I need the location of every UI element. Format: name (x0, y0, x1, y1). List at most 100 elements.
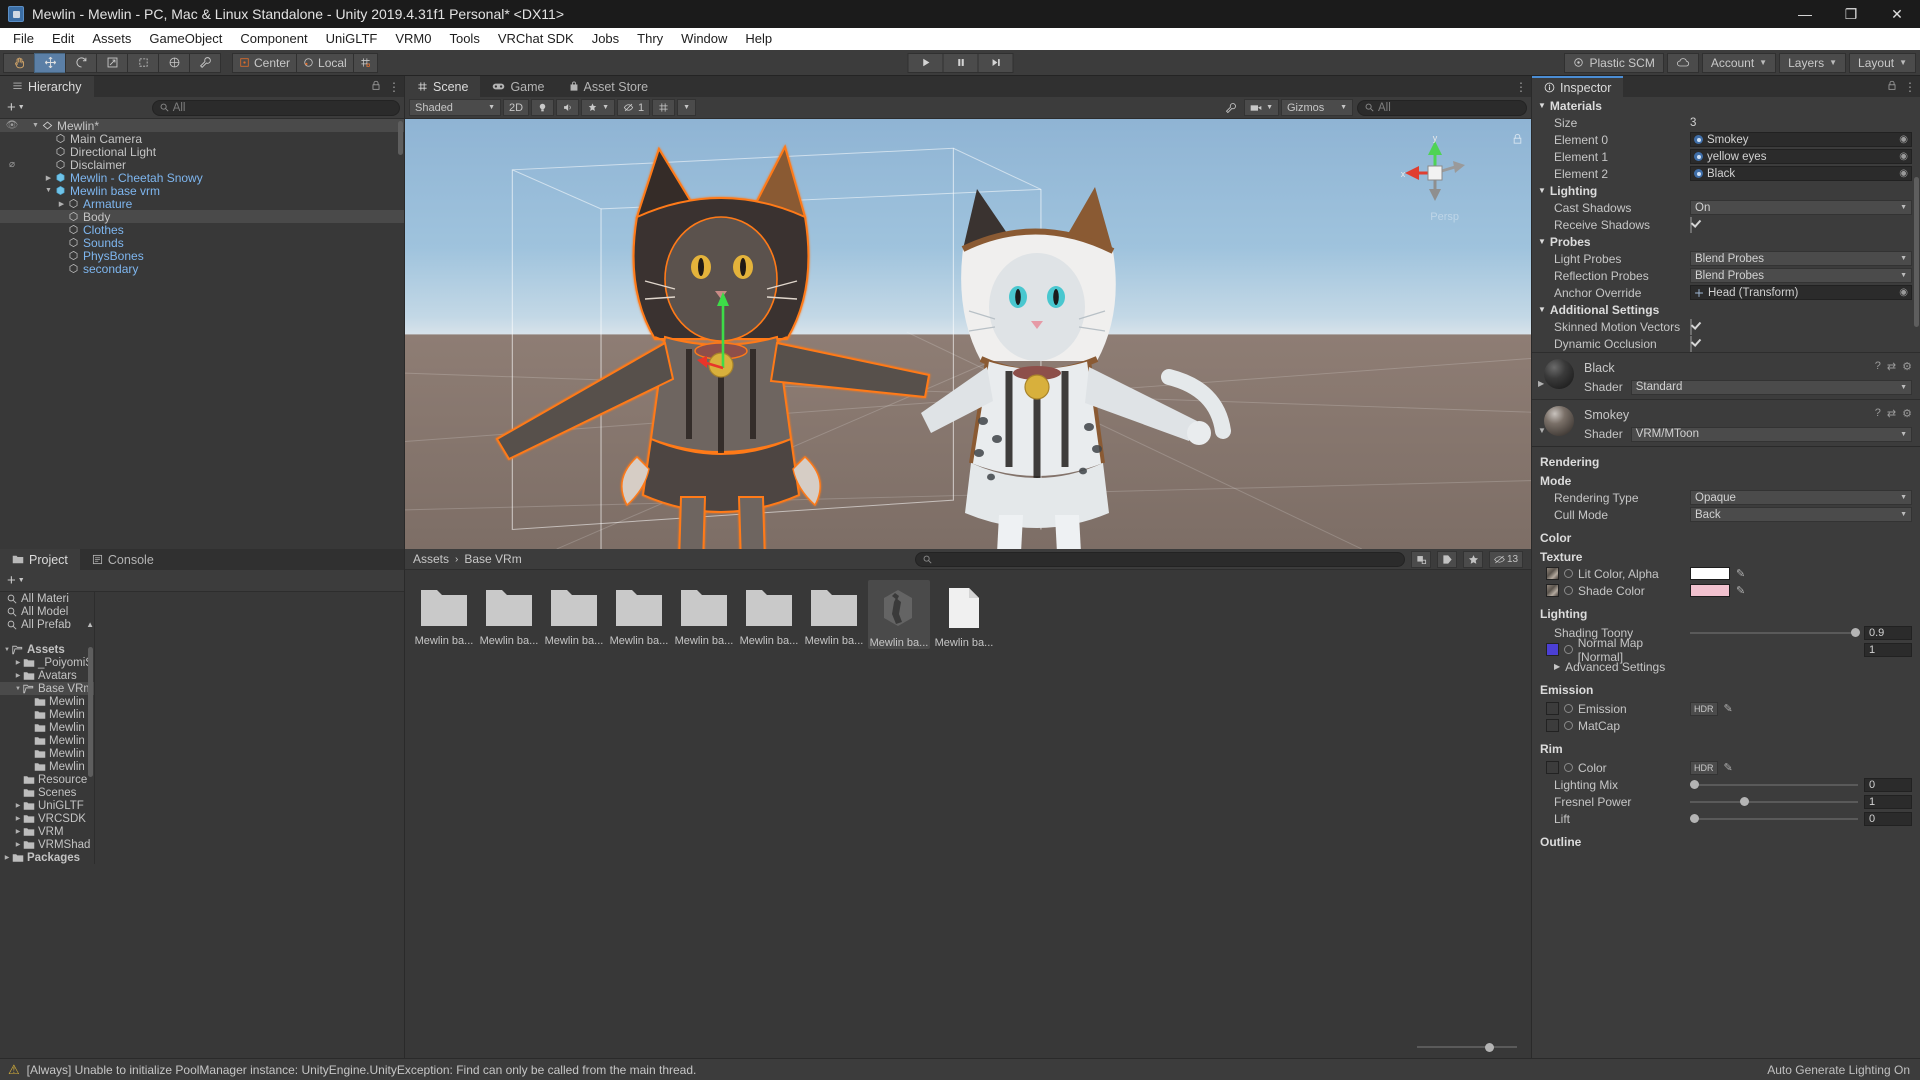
hierarchy-search-input[interactable]: All (151, 99, 400, 116)
shading-mode-dropdown[interactable]: Shaded ▼ (409, 99, 501, 116)
asset-item[interactable]: Mewlin ba... (673, 580, 735, 649)
hierarchy-item[interactable]: Sounds (0, 236, 404, 250)
hierarchy-tree[interactable]: 👁 ▼ Mewlin* Main Camera Directional Light ⌀ Di… (0, 119, 404, 549)
material-black-shader-dropdown[interactable]: Standard ▼ (1630, 379, 1912, 395)
filter-by-label-button[interactable] (1437, 550, 1457, 568)
project-tree-item[interactable]: Resource (0, 773, 94, 786)
menu-item-component[interactable]: Component (231, 29, 316, 49)
menu-item-help[interactable]: Help (736, 29, 781, 49)
asset-grid[interactable]: Mewlin ba... Mewlin ba... Mewlin ba... Mewl… (405, 570, 1531, 1042)
minimize-button[interactable]: — (1782, 0, 1828, 28)
cull-mode-dropdown[interactable]: Back ▼ (1690, 507, 1912, 522)
scale-tool-button[interactable] (96, 52, 128, 73)
rim-color-radio[interactable] (1564, 763, 1573, 772)
probes-foldout-header[interactable]: ▼ Probes (1532, 233, 1920, 250)
tab-hierarchy[interactable]: Hierarchy (0, 76, 94, 97)
project-favorite-item[interactable]: All Materi (0, 592, 94, 605)
rect-tool-button[interactable] (127, 52, 159, 73)
twisty-icon[interactable]: ▼ (43, 187, 54, 194)
asset-item[interactable]: Mewlin ba... (803, 580, 865, 649)
material-smokey-shader-dropdown[interactable]: VRM/MToon ▼ (1630, 426, 1912, 442)
inspector-body[interactable]: ▼ Materials Size 3 Element 0 Smokey ◉ El… (1532, 97, 1920, 1058)
lighting-mix-track[interactable] (1690, 780, 1858, 789)
menu-item-vrm0[interactable]: VRM0 (386, 29, 440, 49)
menu-item-tools[interactable]: Tools (440, 29, 488, 49)
hierarchy-item[interactable]: Body (0, 210, 404, 224)
skinned-motion-vectors-checkbox[interactable] (1690, 318, 1692, 335)
rendering-type-dropdown[interactable]: Opaque ▼ (1690, 490, 1912, 505)
fresnel-power-track[interactable] (1690, 797, 1858, 806)
lighting-mix-value[interactable]: 0 (1864, 777, 1912, 792)
filter-by-type-button[interactable] (1411, 550, 1431, 568)
scene-grid-dropdown[interactable] (652, 99, 676, 116)
eyedropper-icon[interactable]: ✎ (1724, 761, 1733, 774)
inspector-menu-icon[interactable]: ⋮ (1904, 80, 1916, 94)
tab-scene[interactable]: Scene (405, 76, 481, 97)
lit-color-radio[interactable] (1564, 569, 1573, 578)
transform-tool-button[interactable] (158, 52, 190, 73)
gear-icon[interactable]: ⚙ (1902, 360, 1912, 373)
anchor-override-field[interactable]: Head (Transform) ◉ (1690, 285, 1912, 300)
scene-fx-dropdown[interactable]: ▼ (581, 99, 615, 116)
rim-hdr-badge[interactable]: HDR (1690, 760, 1718, 775)
eyedropper-icon[interactable]: ✎ (1724, 702, 1733, 715)
breadcrumb-assets[interactable]: Assets (413, 552, 449, 566)
asset-item[interactable]: Mewlin ba... (868, 580, 930, 649)
menu-item-file[interactable]: File (4, 29, 43, 49)
lit-color-texture-thumb[interactable] (1546, 567, 1559, 580)
materials-foldout-header[interactable]: ▼ Materials (1532, 97, 1920, 114)
tab-inspector[interactable]: Inspector (1532, 76, 1624, 97)
scene-camera-dropdown[interactable]: ▼ (1244, 99, 1279, 116)
menu-item-window[interactable]: Window (672, 29, 736, 49)
scene-search-input[interactable]: All (1357, 99, 1527, 116)
asset-item[interactable]: Mewlin ba... (413, 580, 475, 649)
pause-button[interactable] (942, 52, 979, 73)
visibility-toggle-icon[interactable]: 👁 (0, 120, 24, 131)
advanced-settings-row[interactable]: ▶ Advanced Settings (1532, 658, 1920, 675)
tab-asset-store[interactable]: Asset Store (556, 76, 661, 97)
rotate-tool-button[interactable] (65, 52, 97, 73)
visibility-toggle-icon[interactable]: ⌀ (0, 159, 24, 170)
project-tree-item[interactable]: ▶ Avatars (0, 669, 94, 682)
grid-snap-button[interactable] (352, 52, 378, 73)
project-tree-item[interactable]: Mewlin (0, 695, 94, 708)
project-tree-item[interactable]: Mewlin (0, 760, 94, 773)
play-button[interactable] (907, 52, 944, 73)
project-tree-item[interactable]: ▼ Base VRm (0, 682, 94, 695)
auto-generate-lighting-status[interactable]: Auto Generate Lighting On (1767, 1063, 1910, 1077)
plastic-scm-button[interactable]: Plastic SCM (1564, 52, 1664, 73)
gear-icon[interactable]: ⚙ (1902, 407, 1912, 420)
project-tree-scrollbar[interactable] (88, 647, 93, 777)
materials-size-value[interactable]: 3 (1690, 117, 1920, 129)
project-tree-item[interactable]: ▶ Packages (0, 851, 94, 864)
menu-item-jobs[interactable]: Jobs (583, 29, 628, 49)
project-tree-item[interactable]: Mewlin (0, 734, 94, 747)
project-tree-item[interactable]: ▶ VRCSDK (0, 812, 94, 825)
twisty-icon[interactable]: ▶ (43, 174, 54, 182)
pivot-local-button[interactable]: Local (296, 52, 354, 73)
hierarchy-item[interactable]: ▶ Armature (0, 197, 404, 211)
gizmos-dropdown[interactable]: Gizmos ▼ (1281, 99, 1353, 116)
object-picker-icon[interactable]: ◉ (1899, 151, 1908, 162)
shade-color-swatch[interactable] (1690, 584, 1730, 597)
create-asset-button[interactable]: + ▼ (4, 572, 28, 589)
project-favorite-item[interactable]: All Model (0, 605, 94, 618)
emission-hdr-badge[interactable]: HDR (1690, 701, 1718, 716)
move-gizmo[interactable] (697, 284, 767, 374)
close-button[interactable]: ✕ (1874, 0, 1920, 28)
shade-color-radio[interactable] (1564, 586, 1573, 595)
dynamic-occlusion-checkbox[interactable] (1690, 335, 1692, 352)
menu-item-gameobject[interactable]: GameObject (140, 29, 231, 49)
shading-toony-track[interactable] (1690, 628, 1861, 637)
object-picker-icon[interactable]: ◉ (1899, 134, 1908, 145)
layers-button[interactable]: Layers ▼ (1779, 52, 1847, 73)
project-tree-item[interactable]: Mewlin (0, 747, 94, 760)
twisty-icon[interactable]: ▶ (13, 659, 23, 666)
lighting-foldout-header[interactable]: ▼ Lighting (1532, 182, 1920, 199)
hand-tool-button[interactable] (3, 52, 35, 73)
status-bar[interactable]: ⚠ [Always] Unable to initialize PoolMana… (0, 1058, 1920, 1080)
twisty-icon[interactable]: ▼ (30, 122, 41, 129)
project-tree-item[interactable]: ▶ VRMShad (0, 838, 94, 851)
scene-axis-gizmo[interactable]: y x (1395, 133, 1475, 213)
lit-color-swatch[interactable] (1690, 567, 1730, 580)
